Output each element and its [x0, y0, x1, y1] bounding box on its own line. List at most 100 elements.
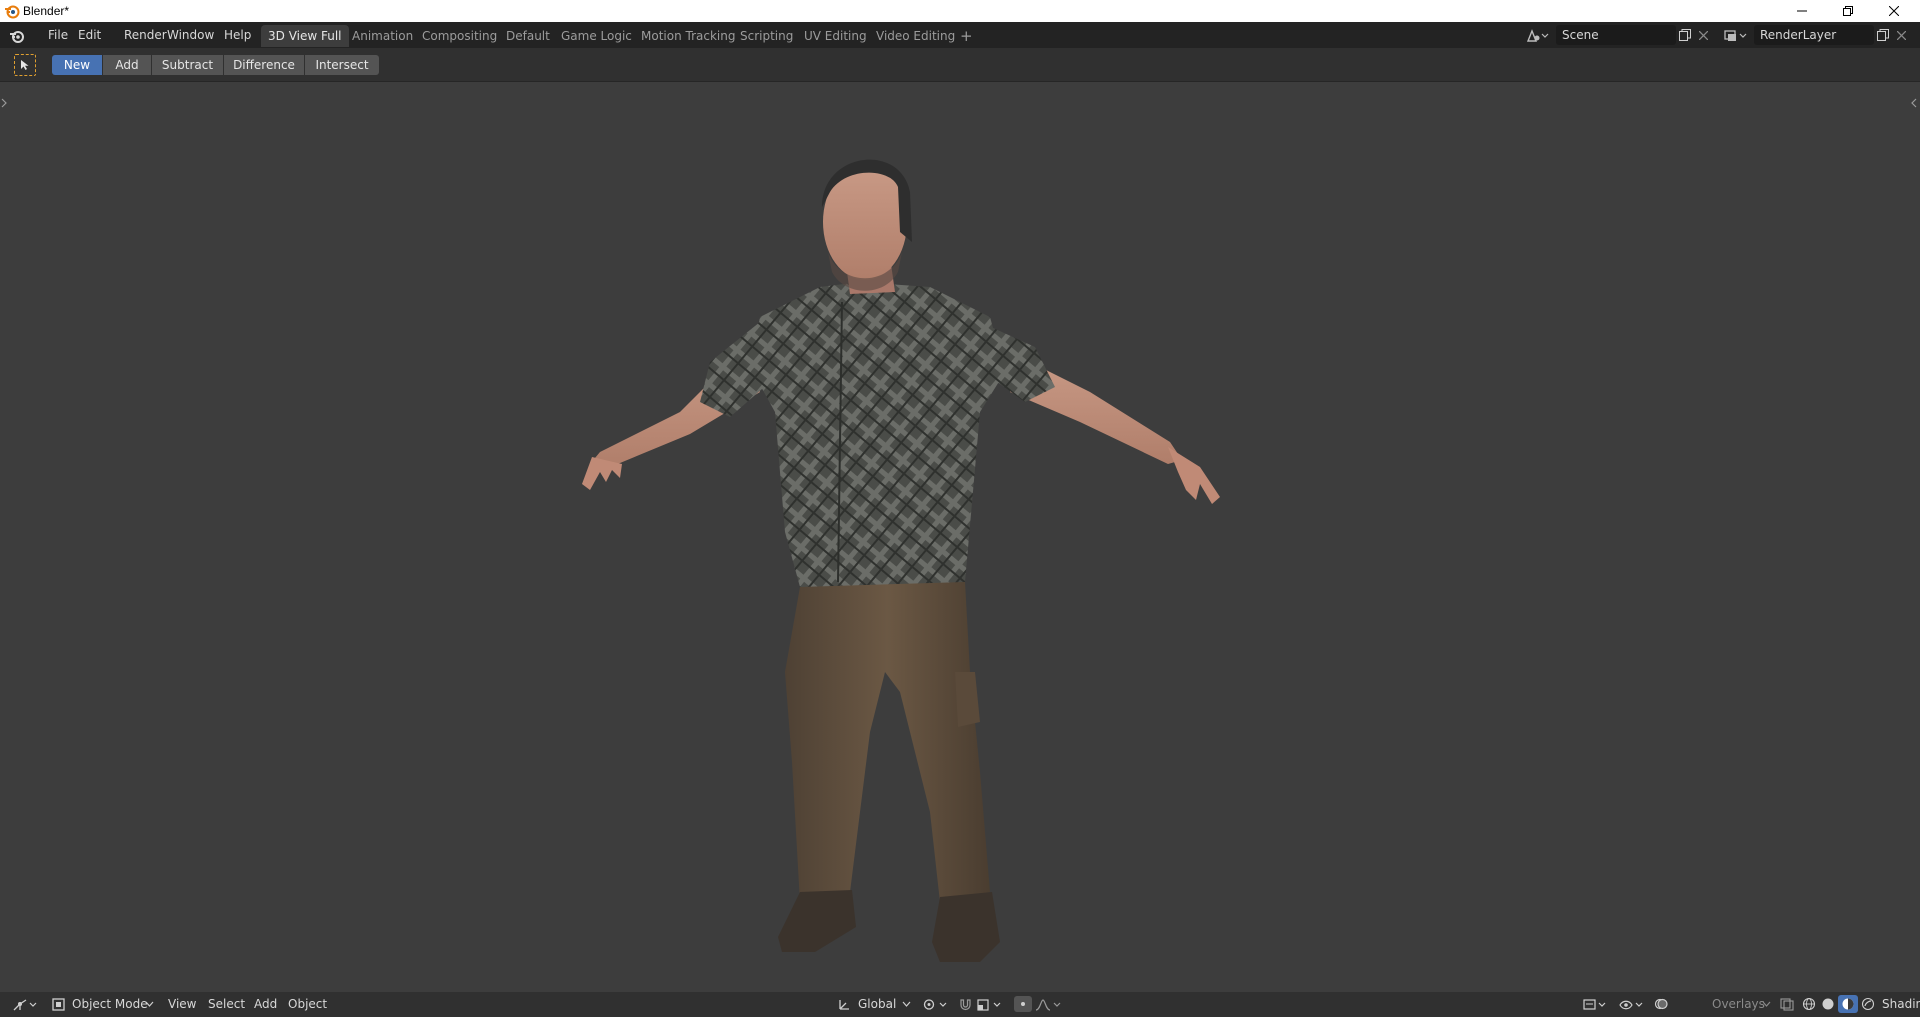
overlays-toggle[interactable] — [1652, 996, 1670, 1012]
render-layer-field[interactable]: RenderLayer — [1754, 25, 1874, 45]
xray-toggle[interactable] — [1778, 996, 1796, 1012]
duplicate-icon — [1679, 29, 1691, 41]
gizmo-visibility-dropdown[interactable] — [1618, 996, 1646, 1012]
orientation-icon-box — [836, 996, 852, 1012]
menu-view[interactable]: View — [164, 995, 200, 1014]
wireframe-sphere-icon — [1802, 997, 1816, 1011]
add-workspace-button[interactable]: + — [953, 25, 980, 47]
chevron-left-icon — [1911, 98, 1917, 108]
mode-new-button[interactable]: New — [52, 55, 102, 75]
shading-solid-button[interactable] — [1819, 996, 1837, 1012]
new-scene-button[interactable] — [1676, 26, 1694, 44]
cargo-pocket — [955, 672, 980, 727]
overlays-icon — [1654, 997, 1668, 1011]
window-title: Blender* — [23, 4, 70, 18]
snap-increment-icon — [977, 998, 1003, 1011]
view-object-types-dropdown[interactable] — [1582, 996, 1610, 1012]
tab-compositing[interactable]: Compositing — [415, 25, 504, 47]
viewport-header: Object Mode View Select Add Object Globa… — [0, 992, 1920, 1017]
menu-file[interactable]: File — [42, 26, 74, 44]
object-mode-icon — [51, 997, 65, 1011]
tab-default[interactable]: Default — [499, 25, 557, 47]
shirt — [750, 282, 1005, 602]
sidebar-expand-arrow[interactable] — [1910, 96, 1918, 110]
shading-wireframe-button[interactable] — [1800, 996, 1818, 1012]
tab-animation[interactable]: Animation — [345, 25, 420, 47]
transform-orientation-dropdown[interactable]: Global — [854, 995, 900, 1014]
menu-object[interactable]: Object — [284, 995, 331, 1014]
mode-dropdown-chevron[interactable] — [143, 996, 155, 1012]
falloff-curve-icon — [1035, 998, 1063, 1011]
tab-motion-tracking[interactable]: Motion Tracking — [634, 25, 742, 47]
mode-difference-button[interactable]: Difference — [224, 55, 304, 75]
select-box-tool-button[interactable] — [14, 54, 36, 76]
scene-icon — [1526, 29, 1550, 43]
solid-sphere-icon — [1821, 997, 1835, 1011]
mode-add-button[interactable]: Add — [103, 55, 151, 75]
chevron-down-icon — [145, 1001, 154, 1007]
magnet-icon — [959, 998, 972, 1011]
mode-intersect-button[interactable]: Intersect — [305, 55, 379, 75]
right-hand — [1168, 447, 1220, 504]
overlays-chevron[interactable] — [1760, 996, 1772, 1012]
delete-scene-button[interactable] — [1694, 26, 1712, 44]
character-model[interactable] — [560, 112, 1260, 992]
3d-view-icon — [12, 998, 38, 1012]
menu-edit[interactable]: Edit — [72, 26, 107, 44]
object-mode-icon-box — [50, 996, 66, 1012]
pivot-point-icon — [923, 998, 949, 1011]
blender-icon — [9, 28, 25, 44]
toolbar-expand-arrow[interactable] — [0, 96, 8, 110]
snap-target-dropdown[interactable] — [976, 996, 1004, 1012]
transform-orientation-icon — [838, 998, 851, 1011]
xray-icon — [1780, 997, 1794, 1011]
minimize-button[interactable] — [1780, 0, 1824, 22]
proportional-falloff-dropdown[interactable] — [1034, 996, 1064, 1012]
shading-rendered-button[interactable] — [1859, 996, 1877, 1012]
menu-select[interactable]: Select — [204, 995, 249, 1014]
chevron-down-icon — [902, 1001, 911, 1007]
editor-type-button[interactable] — [10, 995, 40, 1014]
menu-help[interactable]: Help — [218, 26, 257, 44]
proportional-editing-toggle[interactable] — [1014, 996, 1032, 1012]
tab-uv-editing[interactable]: UV Editing — [797, 25, 874, 47]
tab-game-logic[interactable]: Game Logic — [554, 25, 639, 47]
restore-button[interactable] — [1826, 0, 1870, 22]
x-icon — [1698, 30, 1708, 40]
blender-menu-button[interactable] — [8, 27, 26, 45]
tab-video-editing[interactable]: Video Editing — [869, 25, 962, 47]
chevron-right-icon — [1, 98, 7, 108]
shading-material-preview-button[interactable] — [1838, 995, 1858, 1013]
mode-subtract-button[interactable]: Subtract — [152, 55, 223, 75]
tab-scripting[interactable]: Scripting — [733, 25, 800, 47]
scene-selector-button[interactable] — [1524, 27, 1552, 45]
orientation-chevron[interactable] — [900, 996, 912, 1012]
minimize-icon — [1797, 6, 1807, 16]
tab-3d-view-full[interactable]: 3D View Full — [261, 25, 349, 47]
duplicate-icon — [1877, 29, 1889, 41]
window-titlebar: Blender* — [0, 0, 1920, 22]
tool-header: New Add Subtract Difference Intersect — [0, 48, 1920, 82]
render-layers-icon — [1724, 29, 1748, 43]
view-layer-selector-button[interactable] — [1722, 27, 1750, 45]
new-render-layer-button[interactable] — [1874, 26, 1892, 44]
rendered-sphere-icon — [1861, 997, 1875, 1011]
pivot-point-dropdown[interactable] — [922, 996, 950, 1012]
object-types-icon — [1583, 998, 1609, 1011]
delete-render-layer-button[interactable] — [1892, 26, 1910, 44]
menu-window[interactable]: Window — [161, 26, 220, 44]
scene-field[interactable]: Scene — [1556, 25, 1676, 45]
left-shoe — [778, 890, 856, 952]
shading-dropdown[interactable]: Shading — [1878, 995, 1920, 1014]
menu-add[interactable]: Add — [250, 995, 281, 1014]
cursor-arrow-icon — [20, 59, 30, 71]
close-icon — [1889, 6, 1899, 16]
snap-toggle[interactable] — [956, 996, 974, 1012]
proportional-dot-icon — [1018, 999, 1028, 1009]
3d-viewport[interactable] — [0, 82, 1920, 992]
close-button[interactable] — [1872, 0, 1916, 22]
x-icon — [1896, 30, 1906, 40]
blender-logo-icon — [4, 3, 20, 19]
right-shoe — [932, 892, 1000, 962]
object-mode-dropdown[interactable]: Object Mode — [68, 995, 152, 1014]
